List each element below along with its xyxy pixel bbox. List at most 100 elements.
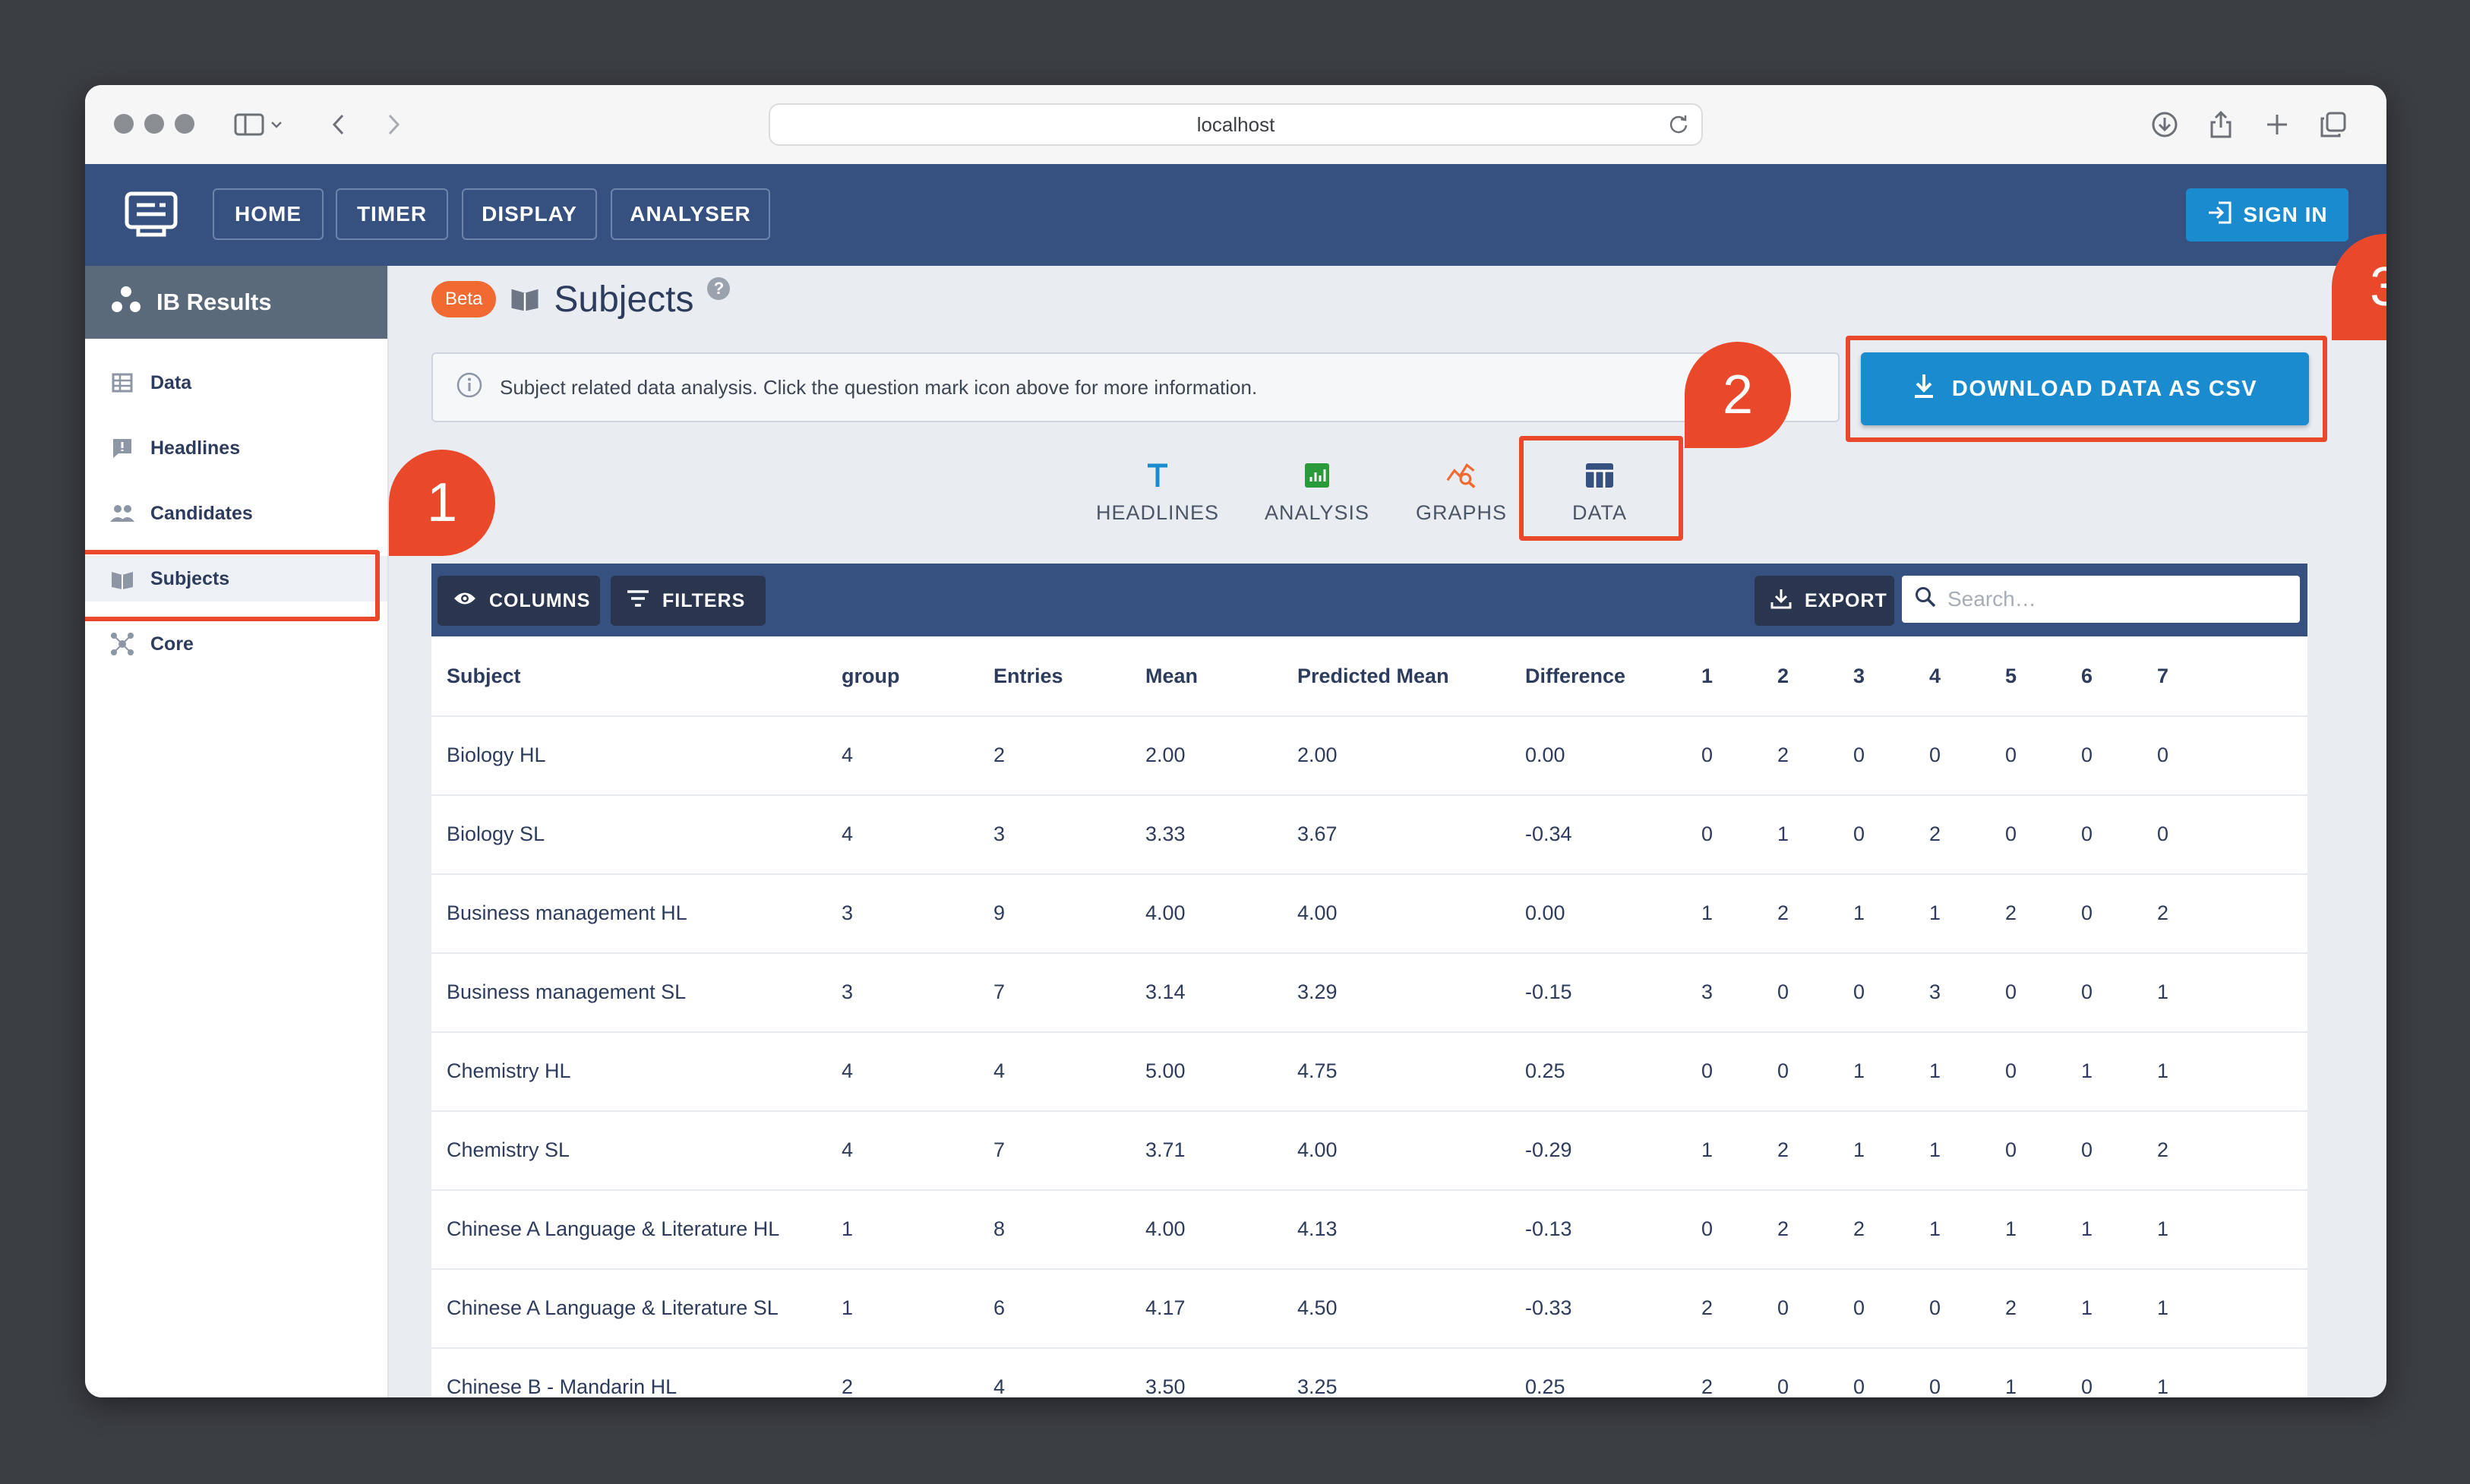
search-input[interactable] <box>1946 586 2268 612</box>
table-row[interactable]: Biology SL 4 3 3.33 3.67 -0.34 0 1 0 2 0 0 0 <box>431 794 2307 875</box>
cell-grade-4: 1 <box>1929 1138 1941 1161</box>
column-header-entries[interactable]: Entries <box>993 636 1063 715</box>
table-row[interactable]: Chemistry HL 4 4 5.00 4.75 0.25 0 0 1 1 0 1 1 <box>431 1031 2307 1112</box>
table-row[interactable]: Biology HL 4 2 2.00 2.00 0.00 0 2 0 0 0 0 0 <box>431 715 2307 796</box>
cell-grade-5: 1 <box>2005 1217 2017 1240</box>
info-icon <box>456 371 483 404</box>
column-header-mean[interactable]: Mean <box>1145 636 1198 715</box>
sidebar-item-headlines[interactable]: Headlines <box>85 425 387 471</box>
cell-grade-4: 1 <box>1929 1059 1941 1082</box>
column-header-subject[interactable]: Subject <box>447 636 521 715</box>
address-bar[interactable]: localhost <box>769 103 1703 146</box>
cell-mean: 3.50 <box>1145 1375 1186 1398</box>
table-row[interactable]: Chinese B - Mandarin HL 2 4 3.50 3.25 0.25 2 0 0… <box>431 1347 2307 1398</box>
cell-grade-6: 0 <box>2081 743 2093 766</box>
tab-graphs[interactable]: GRAPHS <box>1393 447 1530 538</box>
cell-mean: 5.00 <box>1145 1059 1186 1082</box>
column-header-grade-1[interactable]: 1 <box>1701 636 1713 715</box>
tabs-overview-icon[interactable] <box>2317 108 2350 141</box>
cell-grade-5: 2 <box>2005 1296 2017 1319</box>
cell-grade-7: 1 <box>2157 1296 2169 1319</box>
browser-window: localhost HOME TIMER DISPLAY ANALYSER SI… <box>85 85 2386 1397</box>
eye-icon <box>453 590 477 612</box>
cell-grade-2: 0 <box>1777 980 1789 1003</box>
column-header-grade-7[interactable]: 7 <box>2157 636 2168 715</box>
cell-grade-7: 1 <box>2157 980 2169 1003</box>
cell-grade-5: 0 <box>2005 743 2017 766</box>
cell-difference: 0.25 <box>1525 1059 1565 1082</box>
cell-grade-4: 0 <box>1929 1375 1941 1398</box>
columns-button[interactable]: COLUMNS <box>437 576 600 626</box>
column-header-grade-2[interactable]: 2 <box>1777 636 1789 715</box>
cell-grade-3: 1 <box>1853 901 1865 924</box>
hub-icon <box>109 631 135 657</box>
cell-entries: 7 <box>993 980 1006 1003</box>
column-header-grade-6[interactable]: 6 <box>2081 636 2093 715</box>
columns-label: COLUMNS <box>489 589 591 611</box>
cell-entries: 2 <box>993 743 1006 766</box>
cell-grade-7: 0 <box>2157 822 2169 845</box>
table-row[interactable]: Chinese A Language & Literature SL 1 6 4.17… <box>431 1268 2307 1349</box>
sidebar-item-core[interactable]: Core <box>85 621 387 667</box>
filters-button[interactable]: FILTERS <box>611 576 766 626</box>
forward-icon[interactable] <box>377 108 410 141</box>
nav-analyser-button[interactable]: ANALYSER <box>611 188 770 240</box>
cell-group: 4 <box>842 743 854 766</box>
window-controls[interactable] <box>114 114 194 134</box>
export-button[interactable]: EXPORT <box>1755 576 1894 626</box>
sidebar-item-candidates[interactable]: Candidates <box>85 491 387 536</box>
column-header-predicted-mean[interactable]: Predicted Mean <box>1297 636 1449 715</box>
chevron-down-icon[interactable] <box>267 108 286 141</box>
nav-home-button[interactable]: HOME <box>213 188 324 240</box>
column-header-grade-4[interactable]: 4 <box>1929 636 1941 715</box>
sidebar-item-label: Core <box>150 633 194 655</box>
cell-grade-7: 1 <box>2157 1059 2169 1082</box>
cell-grade-4: 1 <box>1929 901 1941 924</box>
table-row[interactable]: Business management HL 3 9 4.00 4.00 0.00 1 2 1 1… <box>431 873 2307 954</box>
nav-display-button[interactable]: DISPLAY <box>462 188 597 240</box>
app-logo-icon[interactable] <box>125 191 178 238</box>
cell-group: 3 <box>842 980 854 1003</box>
help-icon[interactable]: ? <box>707 277 731 300</box>
nav-timer-button[interactable]: TIMER <box>336 188 448 240</box>
sidebar-item-data[interactable]: Data <box>85 360 387 406</box>
tab-analysis[interactable]: ANALYSIS <box>1249 447 1385 538</box>
column-header-difference[interactable]: Difference <box>1525 636 1625 715</box>
share-icon[interactable] <box>2204 108 2238 141</box>
cell-group: 3 <box>842 901 854 924</box>
sign-in-button[interactable]: SIGN IN <box>2186 188 2348 242</box>
table-row[interactable]: Chinese A Language & Literature HL 1 8 4.00… <box>431 1189 2307 1270</box>
zoom-window-button[interactable] <box>175 114 194 134</box>
cell-subject: Chinese B - Mandarin HL <box>447 1375 678 1398</box>
cell-difference: -0.33 <box>1525 1296 1572 1319</box>
close-window-button[interactable] <box>114 114 134 134</box>
reload-icon[interactable] <box>1668 112 1689 141</box>
cell-grade-6: 0 <box>2081 822 2093 845</box>
cell-grade-5: 1 <box>2005 1375 2017 1398</box>
cell-grade-4: 2 <box>1929 822 1941 845</box>
table-row[interactable]: Chemistry SL 4 7 3.71 4.00 -0.29 1 2 1 1 0 0 2 <box>431 1110 2307 1191</box>
cell-subject: Biology HL <box>447 743 546 766</box>
tab-headlines[interactable]: HEADLINES <box>1089 447 1226 538</box>
cell-mean: 4.00 <box>1145 901 1186 924</box>
minimize-window-button[interactable] <box>144 114 164 134</box>
cell-mean: 4.00 <box>1145 1217 1186 1240</box>
cell-grade-4: 0 <box>1929 743 1941 766</box>
new-tab-icon[interactable] <box>2260 108 2294 141</box>
cell-subject: Business management SL <box>447 980 687 1003</box>
cell-grade-1: 0 <box>1701 743 1714 766</box>
cell-grade-2: 0 <box>1777 1296 1789 1319</box>
column-header-group[interactable]: group <box>842 636 899 715</box>
tab-label: ANALYSIS <box>1264 500 1370 524</box>
cell-grade-2: 0 <box>1777 1059 1789 1082</box>
back-icon[interactable] <box>322 108 355 141</box>
download-icon[interactable] <box>2148 108 2181 141</box>
table-row[interactable]: Business management SL 3 7 3.14 3.29 -0.15 3 0 0… <box>431 952 2307 1033</box>
search-box[interactable] <box>1902 576 2300 623</box>
cell-grade-7: 2 <box>2157 1138 2169 1161</box>
sidebar-toggle-icon[interactable] <box>232 108 266 141</box>
column-header-grade-3[interactable]: 3 <box>1853 636 1865 715</box>
column-header-grade-5[interactable]: 5 <box>2005 636 2017 715</box>
cell-entries: 6 <box>993 1296 1006 1319</box>
cell-subject: Chinese A Language & Literature SL <box>447 1296 779 1319</box>
